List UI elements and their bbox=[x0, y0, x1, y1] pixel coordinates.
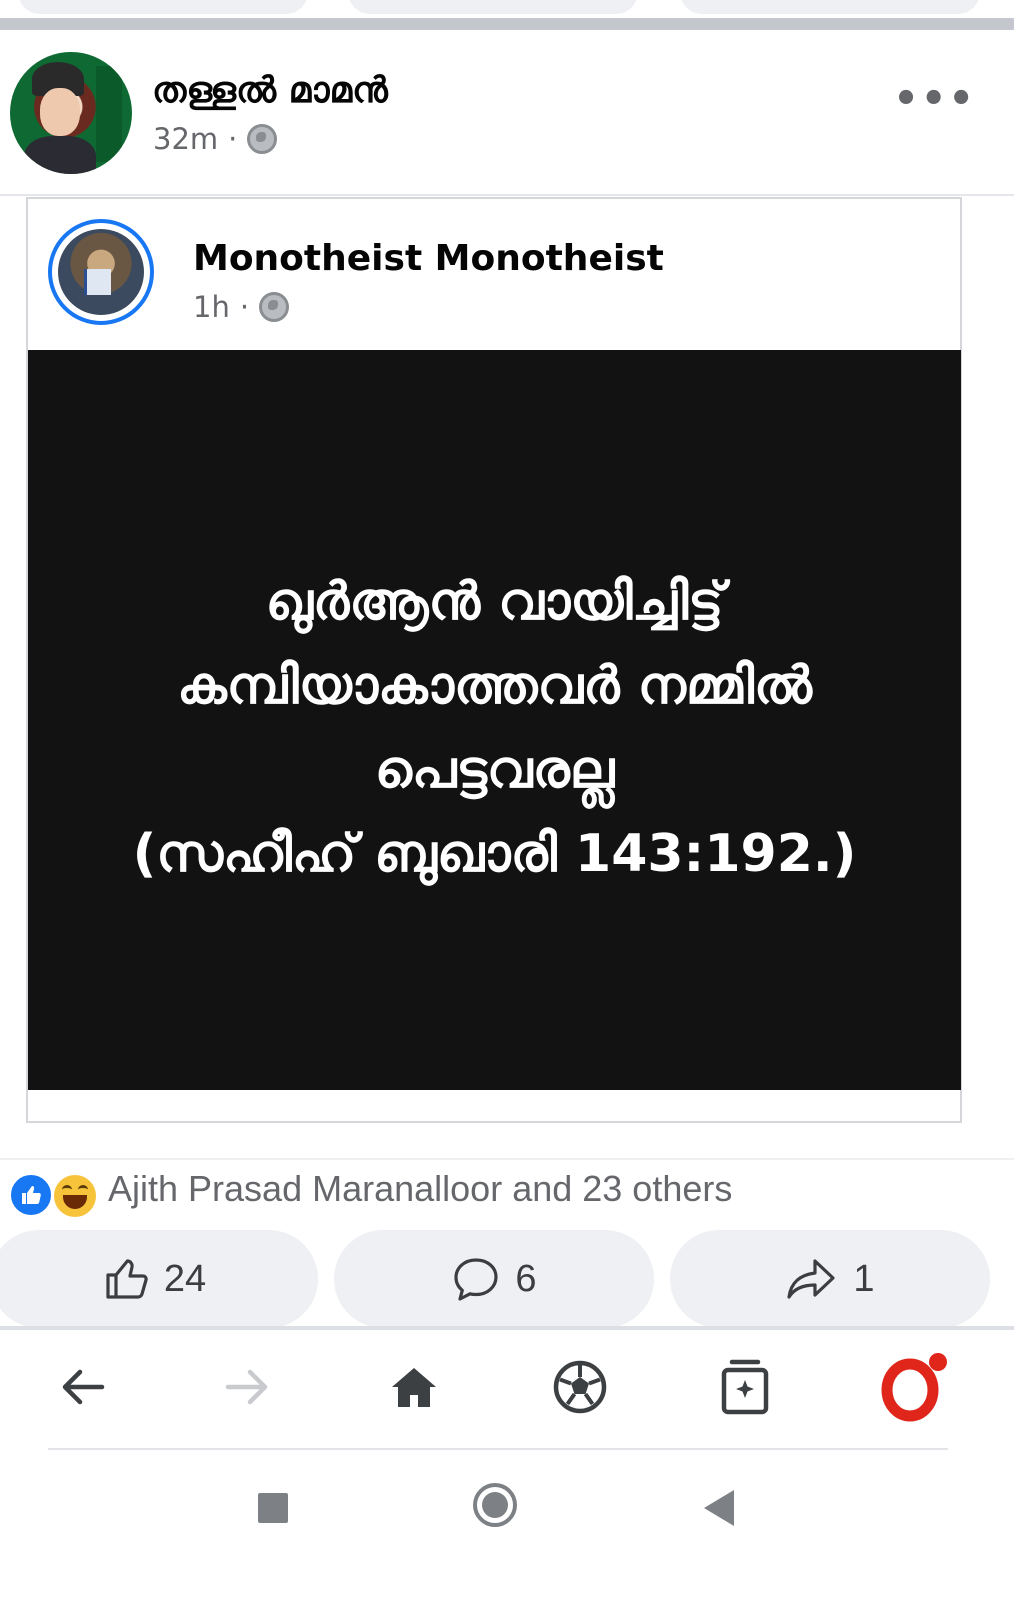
post-text-line: (സഹീഹ് ബുഖാരി 143:192.) bbox=[132, 824, 857, 884]
post-meta: 32m · bbox=[153, 122, 278, 156]
forward-icon[interactable] bbox=[212, 1352, 282, 1422]
feed-separator bbox=[0, 18, 1014, 30]
tabs-icon[interactable] bbox=[710, 1352, 780, 1422]
like-reaction-icon[interactable] bbox=[9, 1173, 53, 1217]
poster-avatar[interactable] bbox=[10, 52, 132, 174]
comment-icon bbox=[454, 1258, 499, 1301]
poster-name[interactable]: തള്ളൽ മാമൻ bbox=[152, 70, 388, 112]
previous-action-pill-2 bbox=[348, 0, 638, 14]
football-icon[interactable] bbox=[545, 1352, 615, 1422]
reactions-summary[interactable]: Ajith Prasad Maranalloor and 23 others bbox=[108, 1168, 732, 1210]
globe-icon bbox=[259, 292, 290, 322]
post-text: ഖുർആൻ വായിച്ചിട്ട് കമ്പിയാകാത്തവർ നമ്മിൽ… bbox=[28, 560, 961, 896]
shared-author-name[interactable]: Monotheist Monotheist bbox=[193, 238, 664, 279]
previous-action-pill-1 bbox=[18, 0, 308, 14]
system-back-icon[interactable] bbox=[704, 1490, 734, 1526]
meta-dot: · bbox=[239, 290, 250, 324]
opera-menu-icon[interactable] bbox=[878, 1352, 948, 1422]
header-divider bbox=[0, 194, 1014, 196]
thumbs-up-icon bbox=[106, 1259, 148, 1299]
haha-reaction-icon[interactable] bbox=[52, 1173, 98, 1219]
more-options-icon[interactable]: ••• bbox=[893, 76, 976, 122]
share-count: 1 bbox=[853, 1257, 875, 1300]
like-count: 24 bbox=[163, 1257, 207, 1300]
post-bottom-separator bbox=[0, 1326, 1014, 1330]
post-text-line: ഖുർആൻ വായിച്ചിട്ട് bbox=[265, 572, 724, 632]
post-time[interactable]: 32m bbox=[153, 122, 218, 156]
post-text-line: പെട്ടവരല്ല bbox=[374, 740, 615, 800]
share-button[interactable]: 1 bbox=[670, 1230, 990, 1328]
reactions-divider bbox=[0, 1158, 1014, 1160]
home-icon[interactable] bbox=[379, 1352, 449, 1422]
globe-icon bbox=[247, 124, 278, 154]
meta-dot: · bbox=[228, 122, 238, 156]
back-icon[interactable] bbox=[48, 1352, 118, 1422]
previous-action-pill-3 bbox=[680, 0, 980, 14]
like-button[interactable]: 24 bbox=[0, 1230, 318, 1328]
shared-post-meta: 1h · bbox=[193, 290, 290, 324]
home-circle-icon[interactable] bbox=[473, 1483, 517, 1527]
post-text-line: കമ്പിയാകാത്തവർ നമ്മിൽ bbox=[177, 656, 812, 716]
shared-post-time[interactable]: 1h bbox=[193, 290, 230, 324]
shared-author-avatar[interactable] bbox=[48, 219, 154, 325]
comment-count: 6 bbox=[515, 1257, 537, 1300]
share-icon bbox=[787, 1259, 836, 1299]
avatar-banner bbox=[96, 66, 122, 162]
comment-button[interactable]: 6 bbox=[334, 1230, 654, 1328]
recent-apps-icon[interactable] bbox=[258, 1493, 288, 1523]
browser-nav-separator bbox=[48, 1448, 948, 1450]
